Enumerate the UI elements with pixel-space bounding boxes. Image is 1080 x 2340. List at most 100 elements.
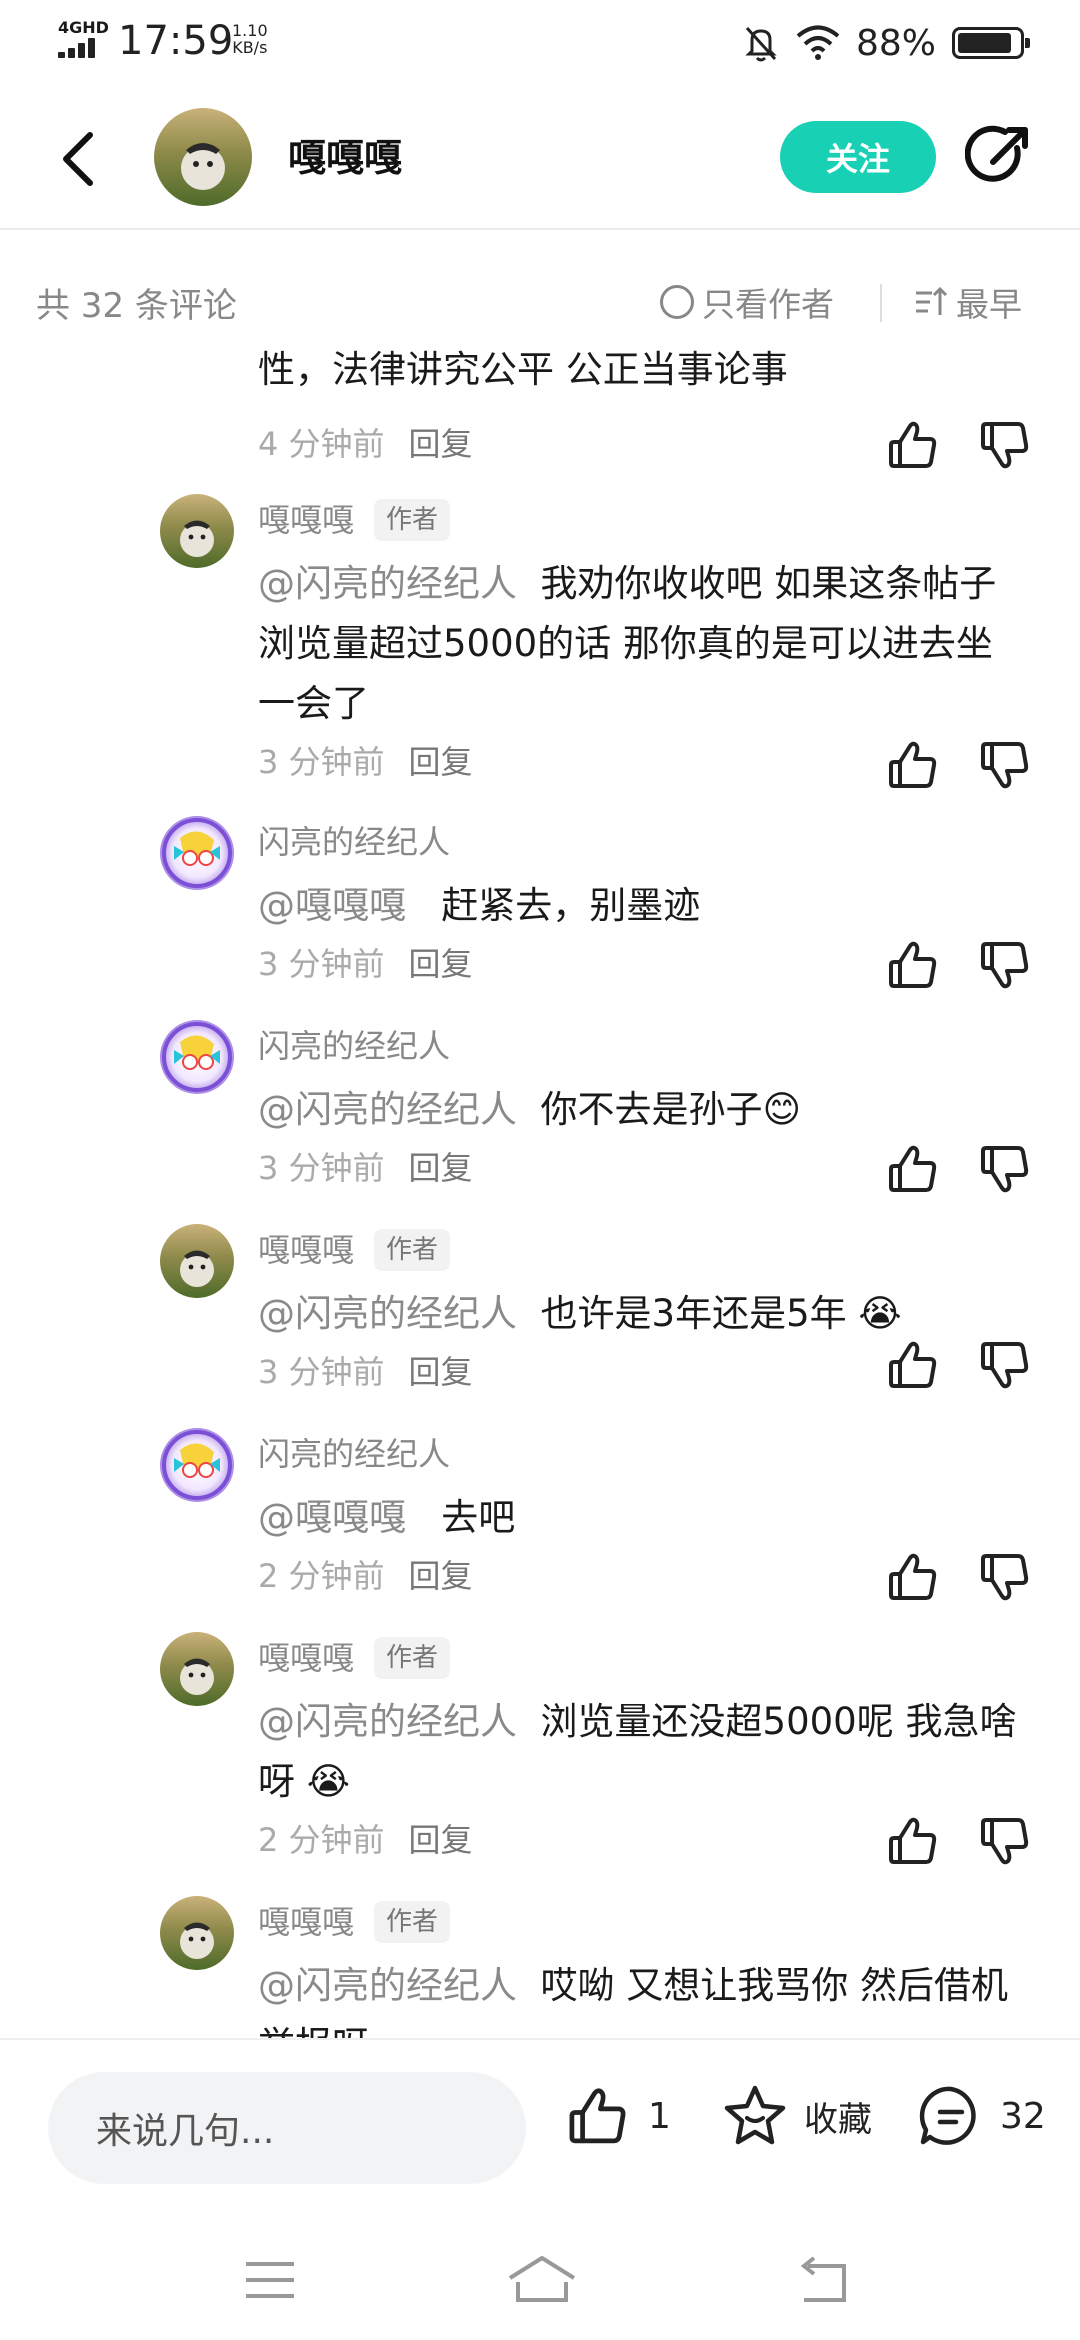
comment-meta: 3 分钟前 回复 bbox=[258, 942, 473, 986]
comment-list: 性，法律讲究公平 公正当事论事 4 分钟前 回复 嘎嘎嘎 作者 @闪亮的经纪人 我… bbox=[0, 350, 1080, 2040]
comment-input[interactable]: 来说几句... bbox=[48, 2072, 526, 2184]
comment-item: 闪亮的经纪人 @嘎嘎嘎 去吧 2 分钟前 回复 bbox=[0, 1428, 1080, 1608]
comment-text: @闪亮的经纪人 哎呦 又想让我骂你 然后借机举报呀 bbox=[258, 1964, 1009, 2040]
like-icon[interactable] bbox=[886, 1338, 940, 1392]
comment-author: 闪亮的经纪人 bbox=[258, 820, 450, 864]
author-tag: 作者 bbox=[374, 1229, 451, 1271]
reply-button[interactable]: 回复 bbox=[409, 743, 473, 781]
avatar[interactable] bbox=[160, 1632, 234, 1706]
dislike-icon[interactable] bbox=[978, 938, 1032, 992]
avatar[interactable] bbox=[160, 1428, 234, 1502]
comments-button[interactable]: 32 bbox=[918, 2084, 1046, 2148]
like-icon[interactable] bbox=[886, 1142, 940, 1196]
avatar[interactable] bbox=[160, 1224, 234, 1298]
dislike-icon[interactable] bbox=[978, 1338, 1032, 1392]
reply-button[interactable]: 回复 bbox=[409, 1557, 473, 1595]
reply-button[interactable]: 回复 bbox=[409, 1821, 473, 1859]
comment-author: 嘎嘎嘎 作者 bbox=[258, 1900, 451, 1944]
network-type: 4GHD bbox=[58, 18, 109, 37]
author-name[interactable]: 嘎嘎嘎 bbox=[258, 1900, 354, 1944]
comment-count-badge: 32 bbox=[1000, 2095, 1046, 2137]
comment-meta: 3 分钟前 回复 bbox=[258, 1350, 473, 1394]
comment-meta: 3 分钟前 回复 bbox=[258, 1146, 473, 1190]
dislike-icon[interactable] bbox=[978, 738, 1032, 792]
mention-link[interactable]: @嘎嘎嘎 bbox=[258, 1496, 406, 1539]
like-icon[interactable] bbox=[886, 1814, 940, 1868]
dislike-icon[interactable] bbox=[978, 1142, 1032, 1196]
only-author-toggle[interactable]: 只看作者 bbox=[660, 278, 834, 326]
sort-button[interactable]: 最早 bbox=[912, 278, 1022, 326]
comments-toolbar: 共 32 条评论 只看作者 最早 bbox=[0, 270, 1080, 332]
comment-time: 2 分钟前 bbox=[258, 1821, 385, 1859]
comment-item: 嘎嘎嘎 作者 @闪亮的经纪人 浏览量还没超5000呢 我急啥呀 😭 2 分钟前回… bbox=[0, 1632, 1080, 1872]
like-icon[interactable] bbox=[886, 738, 940, 792]
reply-button[interactable]: 回复 bbox=[409, 1149, 473, 1187]
avatar[interactable] bbox=[160, 1896, 234, 1970]
like-icon[interactable] bbox=[886, 418, 940, 472]
mention-link[interactable]: @嘎嘎嘎 bbox=[258, 884, 406, 927]
author-name[interactable]: 闪亮的经纪人 bbox=[258, 820, 450, 864]
dislike-icon[interactable] bbox=[978, 1550, 1032, 1604]
avatar[interactable] bbox=[160, 816, 234, 890]
dislike-icon[interactable] bbox=[978, 1814, 1032, 1868]
comment-count: 共 32 条评论 bbox=[36, 286, 237, 326]
comment-text: @闪亮的经纪人 浏览量还没超5000呢 我急啥呀 😭 bbox=[258, 1700, 1017, 1803]
mention-link[interactable]: @闪亮的经纪人 bbox=[258, 1088, 517, 1131]
like-icon[interactable] bbox=[886, 1550, 940, 1604]
comment-time: 3 分钟前 bbox=[258, 743, 385, 781]
author-name[interactable]: 嘎嘎嘎 bbox=[258, 498, 354, 542]
share-button[interactable] bbox=[964, 122, 1035, 192]
mention-link[interactable]: @闪亮的经纪人 bbox=[258, 1700, 517, 1743]
comment-author: 闪亮的经纪人 bbox=[258, 1432, 450, 1476]
reply-button[interactable]: 回复 bbox=[409, 1353, 473, 1391]
author-name[interactable]: 闪亮的经纪人 bbox=[258, 1432, 450, 1476]
dislike-icon[interactable] bbox=[978, 418, 1032, 472]
author-tag: 作者 bbox=[374, 1901, 451, 1943]
like-icon bbox=[566, 2084, 630, 2148]
comment-time: 4 分钟前 bbox=[258, 425, 385, 463]
author-name[interactable]: 闪亮的经纪人 bbox=[258, 1024, 450, 1068]
share-icon bbox=[964, 125, 1028, 182]
avatar[interactable] bbox=[160, 494, 234, 568]
only-author-label: 只看作者 bbox=[702, 285, 834, 324]
page-title: 嘎嘎嘎 bbox=[288, 136, 403, 180]
comment-item: 闪亮的经纪人 @嘎嘎嘎 赶紧去，别墨迹 3 分钟前 回复 bbox=[0, 816, 1080, 996]
comment-item: 嘎嘎嘎 作者 @闪亮的经纪人 我劝你收收吧 如果这条帖子浏览量超过5000的话 … bbox=[0, 494, 1080, 794]
mention-link[interactable]: @闪亮的经纪人 bbox=[258, 1964, 517, 2007]
comment-item: 嘎嘎嘎 作者 @闪亮的经纪人 哎呦 又想让我骂你 然后借机举报呀 bbox=[0, 1896, 1080, 2040]
home-icon[interactable] bbox=[506, 2252, 578, 2308]
comment-meta: 2 分钟前 回复 bbox=[258, 1554, 473, 1598]
system-nav-bar bbox=[0, 2218, 1080, 2340]
mention-link[interactable]: @闪亮的经纪人 bbox=[258, 1292, 517, 1335]
author-name[interactable]: 嘎嘎嘎 bbox=[258, 1228, 354, 1272]
radio-icon bbox=[660, 285, 694, 319]
mute-bell-icon bbox=[745, 26, 777, 62]
comment-text: @闪亮的经纪人 我劝你收收吧 如果这条帖子浏览量超过5000的话 那你真的是可以… bbox=[258, 562, 997, 725]
follow-button[interactable]: 关注 bbox=[780, 121, 936, 193]
back-button[interactable] bbox=[48, 124, 108, 194]
avatar[interactable] bbox=[160, 1020, 234, 1094]
favorite-button[interactable]: 收藏 bbox=[722, 2084, 872, 2148]
comment-item: 闪亮的经纪人 @闪亮的经纪人 你不去是孙子😊 3 分钟前 回复 bbox=[0, 1020, 1080, 1200]
author-avatar[interactable] bbox=[154, 108, 252, 206]
comment-meta: 4 分钟前 回复 bbox=[258, 422, 473, 466]
chevron-left-icon bbox=[63, 132, 93, 186]
bottom-action-bar: 来说几句... 1 收藏 32 bbox=[0, 2038, 1080, 2218]
battery-icon bbox=[952, 27, 1030, 59]
comment-meta: 3 分钟前 回复 bbox=[258, 740, 473, 784]
author-tag: 作者 bbox=[374, 1637, 451, 1679]
author-name[interactable]: 嘎嘎嘎 bbox=[258, 1636, 354, 1680]
comment-time: 2 分钟前 bbox=[258, 1557, 385, 1595]
comment-input-placeholder: 来说几句... bbox=[96, 2111, 275, 2152]
like-icon[interactable] bbox=[886, 938, 940, 992]
reply-button[interactable]: 回复 bbox=[409, 945, 473, 983]
menu-icon[interactable] bbox=[238, 2252, 302, 2308]
reply-button[interactable]: 回复 bbox=[409, 425, 473, 463]
status-bar: 4GHD 17:59 1.10 KB/s 88% bbox=[0, 0, 1080, 84]
top-app-bar: 嘎嘎嘎 关注 bbox=[0, 84, 1080, 230]
mention-link[interactable]: @闪亮的经纪人 bbox=[258, 562, 517, 605]
comment-text: @嘎嘎嘎 去吧 bbox=[258, 1496, 516, 1539]
star-icon bbox=[724, 2085, 786, 2145]
like-button[interactable]: 1 bbox=[566, 2084, 671, 2148]
back-nav-icon[interactable] bbox=[792, 2252, 856, 2308]
